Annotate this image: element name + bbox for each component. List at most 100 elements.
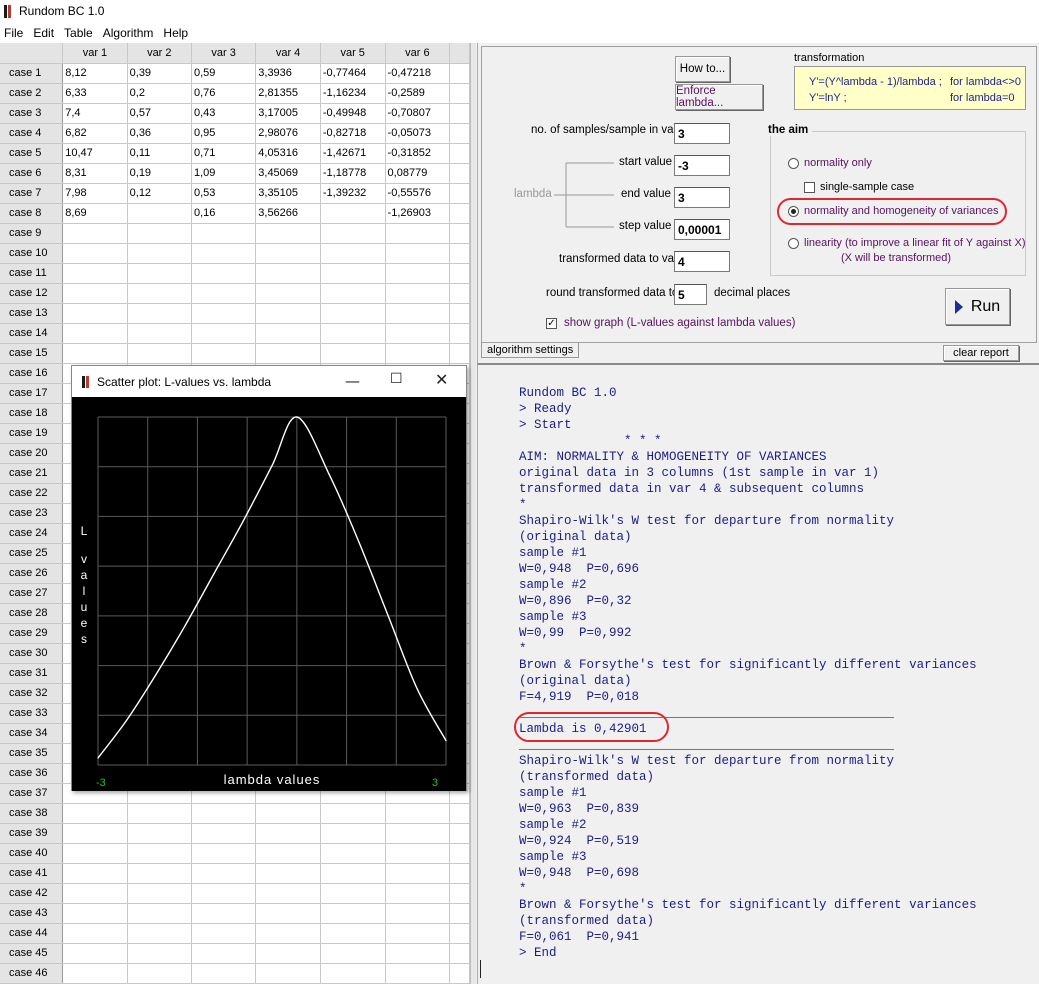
table-cell[interactable]: 3,3936 <box>255 63 321 84</box>
row-header[interactable]: case 8 <box>0 203 64 224</box>
table-cell[interactable] <box>62 923 128 944</box>
table-cell[interactable] <box>191 803 257 824</box>
table-cell[interactable] <box>385 963 451 984</box>
table-cell[interactable] <box>449 183 470 204</box>
table-cell[interactable]: -1,18778 <box>320 163 386 184</box>
table-cell[interactable] <box>62 963 128 984</box>
table-cell[interactable] <box>62 883 128 904</box>
column-header[interactable]: var 4 <box>255 43 321 64</box>
table-cell[interactable]: -0,55576 <box>385 183 451 204</box>
table-cell[interactable] <box>320 323 386 344</box>
table-cell[interactable]: -0,05073 <box>385 123 451 144</box>
table-cell[interactable]: 0,43 <box>191 103 257 124</box>
maximize-icon[interactable]: ☐ <box>390 371 403 387</box>
table-cell[interactable]: 0,71 <box>191 143 257 164</box>
table-cell[interactable] <box>255 243 321 264</box>
run-button[interactable]: Run <box>945 288 1010 325</box>
table-cell[interactable] <box>62 823 128 844</box>
table-cell[interactable] <box>385 223 451 244</box>
table-cell[interactable]: 0,39 <box>127 63 192 84</box>
table-cell[interactable] <box>255 323 321 344</box>
table-cell[interactable] <box>385 843 451 864</box>
table-cell[interactable]: 8,31 <box>62 163 128 184</box>
tab-algorithm-settings[interactable]: algorithm settings <box>481 343 580 358</box>
table-cell[interactable]: -1,26903 <box>385 203 451 224</box>
row-header[interactable]: case 45 <box>0 943 64 964</box>
row-header[interactable]: case 43 <box>0 903 64 924</box>
table-cell[interactable] <box>320 203 386 224</box>
column-header[interactable]: var 2 <box>127 43 192 64</box>
table-cell[interactable]: 0,08779 <box>385 163 451 184</box>
table-cell[interactable] <box>255 923 321 944</box>
row-header[interactable]: case 28 <box>0 603 64 624</box>
transformed-var-input[interactable]: 4 <box>674 251 730 272</box>
table-cell[interactable]: -0,70807 <box>385 103 451 124</box>
table-cell[interactable] <box>191 243 257 264</box>
row-header[interactable]: case 40 <box>0 843 64 864</box>
table-cell[interactable] <box>385 903 451 924</box>
menu-edit[interactable]: Edit <box>29 26 60 40</box>
table-cell[interactable]: 4,05316 <box>255 143 321 164</box>
table-cell[interactable] <box>127 323 192 344</box>
table-cell[interactable]: -1,39232 <box>320 183 386 204</box>
table-cell[interactable] <box>320 243 386 264</box>
table-cell[interactable] <box>255 283 321 304</box>
table-cell[interactable] <box>62 283 128 304</box>
table-cell[interactable]: -0,2589 <box>385 83 451 104</box>
table-cell[interactable]: 0,16 <box>191 203 257 224</box>
table-cell[interactable] <box>385 943 451 964</box>
row-header[interactable]: case 35 <box>0 743 64 764</box>
menu-table[interactable]: Table <box>60 26 99 40</box>
table-cell[interactable] <box>255 343 321 364</box>
table-cell[interactable] <box>385 343 451 364</box>
table-cell[interactable] <box>255 263 321 284</box>
table-cell[interactable] <box>191 903 257 924</box>
table-cell[interactable] <box>127 343 192 364</box>
table-cell[interactable] <box>320 283 386 304</box>
end-value-input[interactable]: 3 <box>674 187 730 208</box>
table-cell[interactable] <box>127 923 192 944</box>
table-cell[interactable]: -0,82718 <box>320 123 386 144</box>
table-cell[interactable] <box>62 843 128 864</box>
table-cell[interactable]: 0,57 <box>127 103 192 124</box>
table-cell[interactable]: -0,49948 <box>320 103 386 124</box>
menu-algorithm[interactable]: Algorithm <box>99 26 160 40</box>
row-header[interactable]: case 32 <box>0 683 64 704</box>
table-cell[interactable] <box>320 223 386 244</box>
table-cell[interactable]: 3,17005 <box>255 103 321 124</box>
table-cell[interactable] <box>127 823 192 844</box>
row-header[interactable]: case 18 <box>0 403 64 424</box>
table-cell[interactable]: 1,09 <box>191 163 257 184</box>
row-header[interactable]: case 37 <box>0 783 64 804</box>
table-cell[interactable] <box>255 223 321 244</box>
table-cell[interactable] <box>191 863 257 884</box>
grid-scrollbar[interactable] <box>470 43 476 984</box>
row-header[interactable]: case 22 <box>0 483 64 504</box>
table-cell[interactable] <box>449 903 470 924</box>
table-cell[interactable] <box>449 223 470 244</box>
enforce-lambda-button[interactable]: Enforce lambda... <box>675 84 763 110</box>
table-cell[interactable] <box>191 883 257 904</box>
row-header[interactable]: case 1 <box>0 63 64 84</box>
table-cell[interactable] <box>191 303 257 324</box>
close-icon[interactable]: ✕ <box>435 370 448 389</box>
table-cell[interactable] <box>449 243 470 264</box>
table-cell[interactable] <box>127 943 192 964</box>
table-cell[interactable]: 0,53 <box>191 183 257 204</box>
row-header[interactable]: case 15 <box>0 343 64 364</box>
table-cell[interactable] <box>449 963 470 984</box>
table-cell[interactable] <box>127 283 192 304</box>
table-cell[interactable] <box>449 103 470 124</box>
table-cell[interactable] <box>255 903 321 924</box>
table-cell[interactable] <box>127 903 192 924</box>
table-cell[interactable] <box>62 243 128 264</box>
table-cell[interactable] <box>127 803 192 824</box>
table-cell[interactable]: -1,42671 <box>320 143 386 164</box>
table-cell[interactable]: 8,12 <box>62 63 128 84</box>
report-panel[interactable]: Rundom BC 1.0 > Ready > Start * * * AIM: NO… <box>477 363 1039 984</box>
table-cell[interactable] <box>449 123 470 144</box>
table-cell[interactable] <box>191 223 257 244</box>
table-cell[interactable]: 2,98076 <box>255 123 321 144</box>
table-cell[interactable] <box>385 803 451 824</box>
column-header[interactable]: var 5 <box>320 43 386 64</box>
